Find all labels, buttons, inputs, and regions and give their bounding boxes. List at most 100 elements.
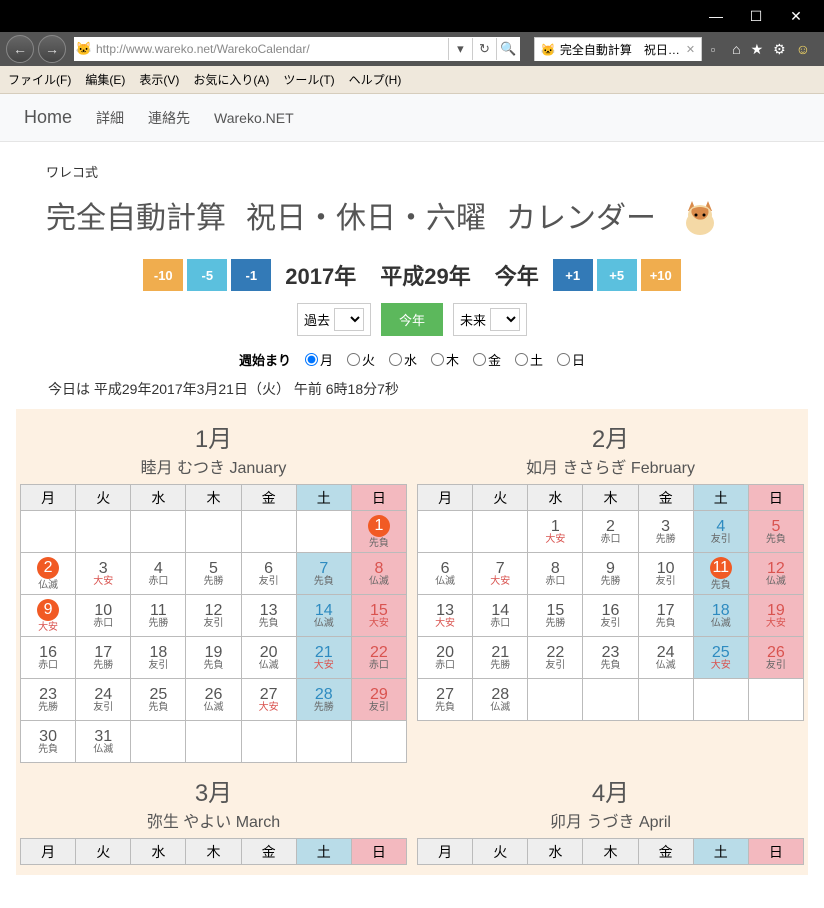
- this-year-button[interactable]: 今年: [381, 303, 443, 336]
- nav-wareko[interactable]: Wareko.NET: [214, 110, 294, 126]
- calendar-cell[interactable]: 22友引: [528, 637, 583, 679]
- calendar-cell[interactable]: 14赤口: [473, 595, 528, 637]
- calendar-cell[interactable]: 18仏滅: [693, 595, 748, 637]
- year-minus-10-button[interactable]: -10: [143, 259, 183, 291]
- calendar-cell[interactable]: 5先勝: [186, 553, 241, 595]
- calendar-cell[interactable]: 6仏滅: [418, 553, 473, 595]
- week-fri-radio[interactable]: 金: [473, 350, 501, 369]
- calendar-cell[interactable]: 12友引: [186, 595, 241, 637]
- calendar-cell[interactable]: 16友引: [583, 595, 638, 637]
- menu-file[interactable]: ファイル(F): [8, 71, 71, 88]
- calendar-cell[interactable]: 20赤口: [418, 637, 473, 679]
- menu-help[interactable]: ヘルプ(H): [349, 71, 402, 88]
- refresh-button[interactable]: ↻: [472, 38, 496, 60]
- home-icon[interactable]: ⌂: [732, 41, 740, 58]
- menu-tools[interactable]: ツール(T): [283, 71, 334, 88]
- calendar-cell[interactable]: 26仏滅: [186, 679, 241, 721]
- new-tab-button[interactable]: ▫: [706, 38, 720, 60]
- calendar-cell[interactable]: 30先負: [21, 721, 76, 763]
- calendar-cell[interactable]: 7大安: [473, 553, 528, 595]
- calendar-cell[interactable]: 24仏滅: [638, 637, 693, 679]
- year-plus-1-button[interactable]: +1: [553, 259, 593, 291]
- calendar-cell[interactable]: 28仏滅: [473, 679, 528, 721]
- year-minus-5-button[interactable]: -5: [187, 259, 227, 291]
- calendar-cell[interactable]: 9大安: [21, 595, 76, 637]
- calendar-cell[interactable]: 31仏滅: [76, 721, 131, 763]
- week-mon-radio[interactable]: 月: [305, 350, 333, 369]
- forward-button[interactable]: →: [38, 35, 66, 63]
- calendar-cell[interactable]: 14仏滅: [296, 595, 351, 637]
- calendar-cell[interactable]: 1大安: [528, 511, 583, 553]
- menu-view[interactable]: 表示(V): [139, 71, 179, 88]
- calendar-cell[interactable]: 15先勝: [528, 595, 583, 637]
- calendar-cell[interactable]: 2赤口: [583, 511, 638, 553]
- future-select[interactable]: [490, 308, 520, 331]
- nav-home[interactable]: Home: [24, 107, 72, 128]
- calendar-cell[interactable]: 21大安: [296, 637, 351, 679]
- calendar-cell[interactable]: 15大安: [351, 595, 406, 637]
- calendar-cell[interactable]: 4友引: [693, 511, 748, 553]
- calendar-cell[interactable]: 17先勝: [76, 637, 131, 679]
- tab-close-icon[interactable]: ✕: [684, 43, 695, 56]
- calendar-cell[interactable]: 6友引: [241, 553, 296, 595]
- calendar-cell[interactable]: 11先負: [693, 553, 748, 595]
- browser-tab[interactable]: 🐱 完全自動計算 祝日… ✕: [534, 37, 702, 61]
- calendar-cell[interactable]: 18友引: [131, 637, 186, 679]
- calendar-cell[interactable]: 3大安: [76, 553, 131, 595]
- week-sat-radio[interactable]: 土: [515, 350, 543, 369]
- nav-contact[interactable]: 連絡先: [148, 108, 190, 128]
- week-sun-radio[interactable]: 日: [557, 350, 585, 369]
- calendar-cell[interactable]: 19大安: [748, 595, 803, 637]
- window-maximize-button[interactable]: ☐: [736, 2, 776, 30]
- calendar-cell[interactable]: 28先勝: [296, 679, 351, 721]
- year-plus-5-button[interactable]: +5: [597, 259, 637, 291]
- calendar-cell[interactable]: 25先負: [131, 679, 186, 721]
- calendar-cell[interactable]: 8仏滅: [351, 553, 406, 595]
- calendar-cell[interactable]: 12仏滅: [748, 553, 803, 595]
- calendar-cell[interactable]: 13大安: [418, 595, 473, 637]
- calendar-cell[interactable]: 4赤口: [131, 553, 186, 595]
- week-tue-radio[interactable]: 火: [347, 350, 375, 369]
- calendar-cell[interactable]: 5先負: [748, 511, 803, 553]
- dropdown-icon[interactable]: ▾: [448, 38, 472, 60]
- calendar-cell[interactable]: 27先負: [418, 679, 473, 721]
- calendar-cell[interactable]: 26友引: [748, 637, 803, 679]
- address-bar[interactable]: 🐱 http://www.wareko.net/WarekoCalendar/ …: [74, 37, 520, 61]
- calendar-cell[interactable]: 21先勝: [473, 637, 528, 679]
- calendar-cell[interactable]: 2仏滅: [21, 553, 76, 595]
- calendar-cell[interactable]: 9先勝: [583, 553, 638, 595]
- back-button[interactable]: ←: [6, 35, 34, 63]
- window-minimize-button[interactable]: —: [696, 2, 736, 30]
- past-select[interactable]: [334, 308, 364, 331]
- calendar-cell[interactable]: 10赤口: [76, 595, 131, 637]
- calendar-cell[interactable]: 27大安: [241, 679, 296, 721]
- calendar-cell[interactable]: 25大安: [693, 637, 748, 679]
- calendar-cell[interactable]: 7先負: [296, 553, 351, 595]
- window-close-button[interactable]: ✕: [776, 2, 816, 30]
- calendar-cell[interactable]: 17先負: [638, 595, 693, 637]
- calendar-cell[interactable]: 3先勝: [638, 511, 693, 553]
- calendar-cell[interactable]: 24友引: [76, 679, 131, 721]
- calendar-cell[interactable]: 11先勝: [131, 595, 186, 637]
- calendar-cell[interactable]: 10友引: [638, 553, 693, 595]
- calendar-cell[interactable]: 13先負: [241, 595, 296, 637]
- feedback-icon[interactable]: ☺: [796, 41, 810, 58]
- favorites-icon[interactable]: ★: [751, 41, 764, 58]
- year-minus-1-button[interactable]: -1: [231, 259, 271, 291]
- week-thu-radio[interactable]: 木: [431, 350, 459, 369]
- menu-favorites[interactable]: お気に入り(A): [193, 71, 269, 88]
- calendar-cell[interactable]: 16赤口: [21, 637, 76, 679]
- search-icon[interactable]: 🔍: [496, 38, 520, 60]
- settings-icon[interactable]: ⚙: [773, 41, 786, 58]
- calendar-cell[interactable]: 19先負: [186, 637, 241, 679]
- week-wed-radio[interactable]: 水: [389, 350, 417, 369]
- calendar-cell[interactable]: 29友引: [351, 679, 406, 721]
- year-plus-10-button[interactable]: +10: [641, 259, 681, 291]
- menu-edit[interactable]: 編集(E): [85, 71, 125, 88]
- calendar-cell[interactable]: 1先負: [351, 511, 406, 553]
- nav-detail[interactable]: 詳細: [96, 108, 124, 128]
- calendar-cell[interactable]: 23先勝: [21, 679, 76, 721]
- calendar-cell[interactable]: 23先負: [583, 637, 638, 679]
- calendar-cell[interactable]: 22赤口: [351, 637, 406, 679]
- calendar-cell[interactable]: 20仏滅: [241, 637, 296, 679]
